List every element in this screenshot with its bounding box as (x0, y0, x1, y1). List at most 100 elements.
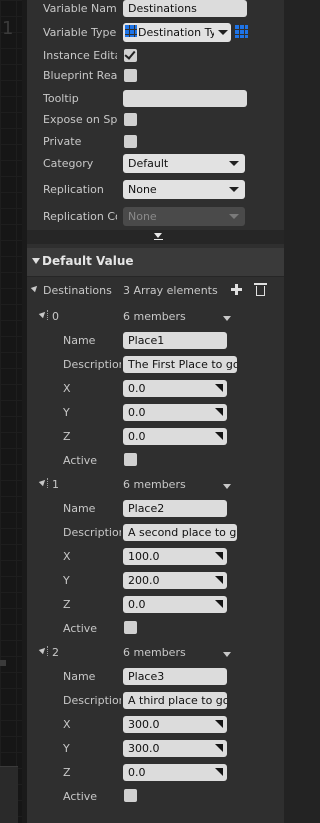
tooltip-field[interactable] (123, 90, 247, 107)
active-checkbox[interactable] (124, 789, 137, 802)
x-field[interactable]: 100.0 (123, 548, 227, 565)
blueprint-readonly-label: Blueprint Read (43, 69, 117, 82)
element-1-x-row: X 100.0 (27, 546, 284, 566)
element-0-description-row: Description The First Place to go (27, 354, 284, 374)
element-2-description-row: Description A third place to go (27, 690, 284, 710)
element-members-count: 6 members (123, 646, 186, 659)
element-1-y-row: Y 200.0 (27, 570, 284, 590)
replication-dropdown[interactable]: None (123, 180, 245, 199)
drag-resize-icon[interactable] (215, 384, 223, 392)
z-field[interactable]: 0.0 (123, 428, 227, 445)
array-elements-count: 3 Array elements (123, 284, 218, 297)
description-field[interactable]: A third place to go (123, 692, 227, 709)
element-0-active-row: Active (27, 450, 284, 470)
row-instance-editable: Instance Editat (27, 46, 284, 66)
element-expand-icon[interactable] (38, 309, 48, 319)
replication-label: Replication (43, 183, 104, 196)
element-index: 2 (52, 646, 59, 659)
y-field[interactable]: 300.0 (123, 740, 227, 757)
default-value-header[interactable]: Default Value (27, 248, 284, 277)
private-label: Private (43, 135, 82, 148)
element-expand-icon[interactable] (38, 645, 48, 655)
instance-editable-label: Instance Editat (43, 49, 117, 62)
description-label: Description (63, 694, 121, 707)
category-dropdown[interactable]: Default (123, 154, 245, 173)
expose-on-spawn-label: Expose on Spat (43, 113, 117, 126)
z-field[interactable]: 0.0 (123, 764, 227, 781)
chevron-down-icon[interactable] (223, 484, 231, 489)
chevron-down-icon[interactable] (223, 316, 231, 321)
active-checkbox[interactable] (124, 453, 137, 466)
array-element-2-header: 2 6 members (27, 642, 284, 662)
drag-resize-icon[interactable] (215, 768, 223, 776)
instance-editable-checkbox[interactable] (124, 49, 137, 62)
variable-type-dropdown[interactable]: Destination Typ (123, 23, 231, 42)
trash-icon[interactable] (254, 283, 267, 296)
replication-condition-dropdown[interactable]: None (123, 207, 245, 226)
drag-resize-icon[interactable] (215, 432, 223, 440)
z-value: 0.0 (128, 598, 146, 611)
details-panel: Variable Name Destinations Variable Type… (27, 0, 284, 823)
element-2-active-row: Active (27, 786, 284, 806)
replication-value: None (128, 183, 157, 196)
element-members-count: 6 members (123, 478, 186, 491)
element-expand-icon[interactable] (38, 477, 48, 487)
name-label: Name (63, 502, 96, 515)
row-expose-on-spawn: Expose on Spat (27, 110, 284, 130)
x-field[interactable]: 0.0 (123, 380, 227, 397)
private-checkbox[interactable] (124, 135, 137, 148)
expose-on-spawn-checkbox[interactable] (124, 113, 137, 126)
y-field[interactable]: 0.0 (123, 404, 227, 421)
z-label: Z (63, 430, 71, 443)
element-1-z-row: Z 0.0 (27, 594, 284, 614)
blueprint-readonly-checkbox[interactable] (124, 69, 137, 82)
element-index: 1 (52, 478, 59, 491)
array-element-1-header: 1 6 members (27, 474, 284, 494)
name-field[interactable]: Place1 (123, 332, 227, 349)
tooltip-label: Tooltip (43, 92, 79, 105)
name-field[interactable]: Place3 (123, 668, 227, 685)
graph-partial-number: 1 (2, 18, 14, 39)
element-0-y-row: Y 0.0 (27, 402, 284, 422)
element-members-count: 6 members (123, 310, 186, 323)
drag-resize-icon[interactable] (215, 744, 223, 752)
x-field[interactable]: 300.0 (123, 716, 227, 733)
z-value: 0.0 (128, 430, 146, 443)
x-value: 100.0 (128, 550, 160, 563)
name-field[interactable]: Place2 (123, 500, 227, 517)
chevron-down-icon[interactable] (223, 652, 231, 657)
drag-resize-icon[interactable] (215, 600, 223, 608)
z-field[interactable]: 0.0 (123, 596, 227, 613)
drag-handle-icon[interactable] (47, 478, 50, 488)
row-destinations-array: Destinations 3 Array elements (27, 280, 284, 300)
drag-handle-icon[interactable] (47, 310, 50, 320)
editor-root: 1 Variable Name Destinations Variable Ty… (0, 0, 284, 823)
advanced-expander[interactable] (27, 230, 284, 244)
description-field[interactable]: A second place to go (123, 524, 237, 541)
variable-type-value: Destination Typ (138, 26, 214, 39)
graph-canvas-edge[interactable]: 1 (0, 0, 23, 823)
y-label: Y (63, 406, 70, 419)
element-0-x-row: X 0.0 (27, 378, 284, 398)
expand-line-icon (154, 239, 163, 240)
drag-resize-icon[interactable] (215, 576, 223, 584)
variable-type-label: Variable Type (43, 26, 117, 39)
active-checkbox[interactable] (124, 621, 137, 634)
drag-handle-icon[interactable] (47, 646, 50, 656)
chevron-down-icon (229, 161, 239, 166)
name-label: Name (63, 670, 96, 683)
destinations-array-label: Destinations (43, 284, 112, 297)
element-index: 0 (52, 310, 59, 323)
drag-resize-icon[interactable] (215, 552, 223, 560)
drag-resize-icon[interactable] (215, 408, 223, 416)
y-field[interactable]: 200.0 (123, 572, 227, 589)
y-label: Y (63, 574, 70, 587)
container-type-grid-icon[interactable] (235, 25, 248, 38)
variable-name-field[interactable]: Destinations (123, 0, 247, 17)
row-category: Category Default (27, 153, 284, 175)
chevron-down-icon (218, 30, 228, 35)
description-field[interactable]: The First Place to go (123, 356, 237, 373)
drag-resize-icon[interactable] (215, 720, 223, 728)
array-expand-icon[interactable] (30, 283, 40, 293)
plus-icon[interactable] (231, 284, 242, 295)
